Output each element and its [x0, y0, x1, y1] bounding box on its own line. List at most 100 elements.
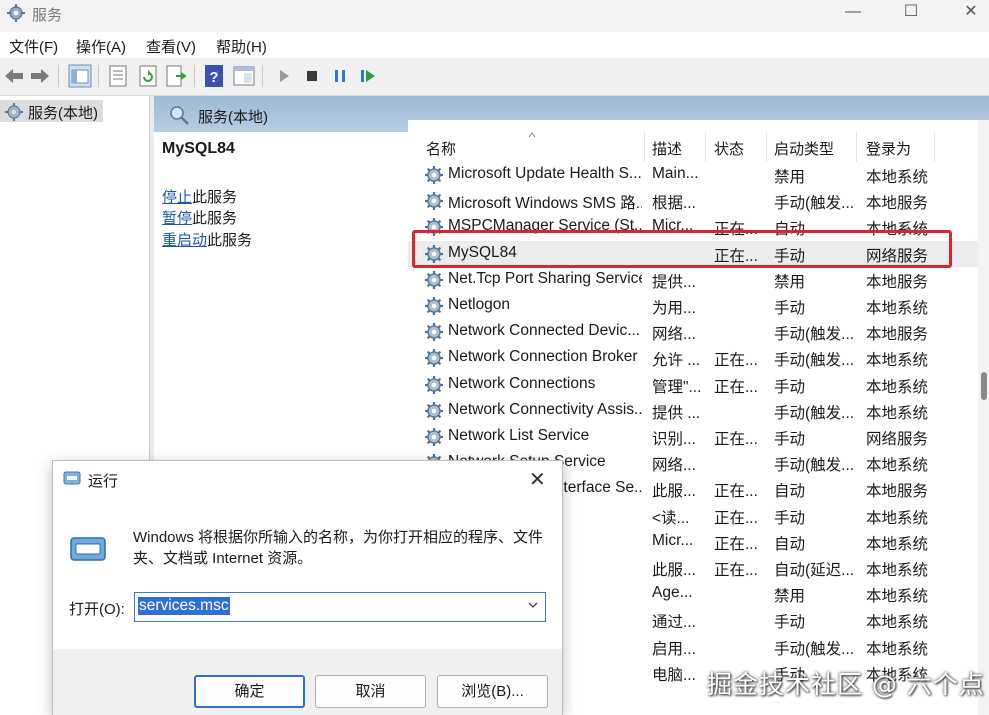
- tree-item-services-local[interactable]: 服务(本地): [0, 100, 103, 122]
- action-suffix: 此服务: [192, 210, 238, 227]
- back-icon[interactable]: [2, 64, 26, 88]
- service-name-cell: Network Connection Broker: [448, 348, 638, 366]
- start-service-icon[interactable]: [272, 64, 296, 88]
- service-description-cell: 允许 ...: [652, 352, 701, 370]
- column-header-description[interactable]: 描述: [652, 138, 682, 159]
- column-header-logon-as[interactable]: 登录为: [866, 138, 911, 159]
- title-bar: 服务 — ☐ ✕: [0, 0, 989, 30]
- service-logon-cell: 本地系统: [866, 404, 929, 422]
- resume-service-icon[interactable]: [356, 64, 380, 88]
- stop-service-icon[interactable]: [300, 64, 324, 88]
- menu-help[interactable]: 帮助(H): [216, 36, 267, 57]
- service-description-cell: 启用...: [652, 640, 696, 658]
- service-logon-cell: 本地系统: [866, 509, 929, 527]
- service-startup-type-cell: 手动: [774, 378, 806, 396]
- watermark: 掘金技术社区 @ 六个点: [707, 670, 985, 699]
- svg-text:?: ?: [209, 69, 218, 86]
- toolbar-separator: [262, 65, 263, 87]
- scrollbar-thumb[interactable]: [981, 372, 987, 400]
- pause-service-icon[interactable]: [328, 64, 352, 88]
- column-header-status[interactable]: 状态: [714, 138, 744, 159]
- service-startup-type-cell: 手动(触发...: [774, 640, 854, 658]
- service-row[interactable]: Network List Service 识别... 正在... 手动 网络服务: [408, 424, 978, 450]
- pause-service-action: 暂停此服务: [162, 207, 237, 228]
- maximize-button[interactable]: ☐: [888, 0, 934, 26]
- service-row[interactable]: Network Connection Broker 允许 ... 正在... 手动(触…: [408, 345, 978, 371]
- column-divider[interactable]: [934, 132, 935, 162]
- gear-icon: [425, 192, 443, 211]
- menu-action[interactable]: 操作(A): [76, 36, 126, 57]
- run-dialog-close-button[interactable]: ✕: [529, 467, 546, 492]
- panel-title: 服务(本地): [198, 109, 268, 126]
- service-description-cell: 电脑...: [652, 666, 696, 684]
- minimize-button[interactable]: —: [830, 0, 876, 26]
- gear-icon: [425, 270, 443, 289]
- service-startup-type-cell: 自动(延迟...: [774, 562, 854, 579]
- services-app-icon: [7, 4, 25, 22]
- cancel-button[interactable]: 取消: [315, 675, 426, 708]
- service-startup-type-cell: 手动(触发...: [774, 195, 854, 213]
- service-startup-type-cell: 手动: [774, 614, 806, 632]
- gear-icon: [425, 297, 443, 315]
- forward-icon[interactable]: [28, 64, 52, 88]
- service-startup-type-cell: 手动: [774, 509, 806, 527]
- service-logon-cell: 本地服务: [866, 483, 929, 501]
- column-divider[interactable]: [705, 132, 706, 162]
- service-logon-cell: 本地系统: [866, 169, 929, 186]
- menu-view[interactable]: 查看(V): [146, 36, 196, 57]
- export-list-icon[interactable]: [164, 64, 188, 88]
- service-logon-cell: 本地服务: [866, 326, 929, 344]
- service-status-cell: 正在...: [714, 535, 758, 553]
- service-description-cell: 网络...: [652, 326, 696, 344]
- service-row[interactable]: Network Connectivity Assis... 提供 ... 手动(触发…: [408, 398, 978, 424]
- service-status-cell: 正在...: [714, 483, 758, 501]
- vertical-scrollbar[interactable]: [978, 120, 989, 715]
- chevron-down-icon[interactable]: [527, 599, 539, 611]
- service-row[interactable]: Net.Tcp Port Sharing Service 提供... 禁用 本地服务: [408, 267, 978, 293]
- close-button[interactable]: ✕: [948, 0, 989, 26]
- pause-service-link[interactable]: 暂停: [162, 210, 192, 227]
- service-startup-type-cell: 禁用: [774, 273, 806, 291]
- column-header-startup-type[interactable]: 启动类型: [774, 138, 834, 159]
- service-description-cell: 此服...: [652, 483, 696, 501]
- properties-icon[interactable]: [106, 64, 130, 88]
- service-description-cell: 此服...: [652, 562, 696, 579]
- service-row[interactable]: Network Connected Devic... 网络... 手动(触发... 本…: [408, 319, 978, 345]
- show-hide-icon[interactable]: [232, 64, 256, 88]
- column-header-name[interactable]: 名称: [426, 138, 456, 159]
- open-field-label: 打开(O):: [69, 601, 125, 618]
- service-description-cell: 网络...: [652, 457, 696, 475]
- service-status-cell: 正在...: [714, 378, 758, 396]
- service-status-cell: 正在...: [714, 352, 758, 370]
- column-divider[interactable]: [644, 132, 645, 162]
- service-logon-cell: 本地服务: [866, 273, 929, 291]
- service-logon-cell: 网络服务: [866, 431, 929, 448]
- service-name-cell: Network Connections: [448, 374, 596, 392]
- menu-file[interactable]: 文件(F): [9, 36, 58, 57]
- console-tree-icon[interactable]: [68, 64, 92, 88]
- service-row[interactable]: Network Connections 管理"... 正在... 手动 本地系统: [408, 372, 978, 398]
- column-divider[interactable]: [766, 132, 767, 162]
- service-description-cell: 识别...: [652, 431, 696, 448]
- gear-icon: [425, 375, 443, 394]
- run-command-input[interactable]: services.msc: [134, 592, 546, 622]
- run-command-value: services.msc: [138, 597, 230, 615]
- service-row[interactable]: Netlogon 为用... 手动 本地系统: [408, 293, 978, 319]
- run-dialog: 运行 ✕ Windows 将根据你所输入的名称，为你打开相应的程序、文件夹、文档…: [52, 460, 563, 715]
- service-description-cell: 提供 ...: [652, 404, 701, 422]
- browse-button[interactable]: 浏览(B)...: [437, 675, 548, 708]
- service-startup-type-cell: 自动: [774, 483, 806, 501]
- service-row[interactable]: Microsoft Windows SMS 路... 根据... 手动(触发... 本…: [408, 188, 978, 214]
- service-startup-type-cell: 自动: [774, 535, 806, 553]
- stop-service-link[interactable]: 停止: [162, 189, 192, 206]
- service-row[interactable]: Microsoft Update Health S... Main... 禁用 本地系…: [408, 162, 978, 188]
- restart-service-link[interactable]: 重启动: [162, 232, 207, 249]
- service-description-cell: Age...: [652, 584, 693, 602]
- service-startup-type-cell: 禁用: [774, 588, 806, 606]
- column-divider[interactable]: [856, 132, 857, 162]
- service-name-cell: Network Connected Devic...: [448, 322, 641, 340]
- help-icon[interactable]: ?: [202, 64, 226, 88]
- service-startup-type-cell: 手动: [774, 431, 806, 448]
- ok-button[interactable]: 确定: [194, 675, 305, 708]
- refresh-icon[interactable]: [136, 64, 160, 88]
